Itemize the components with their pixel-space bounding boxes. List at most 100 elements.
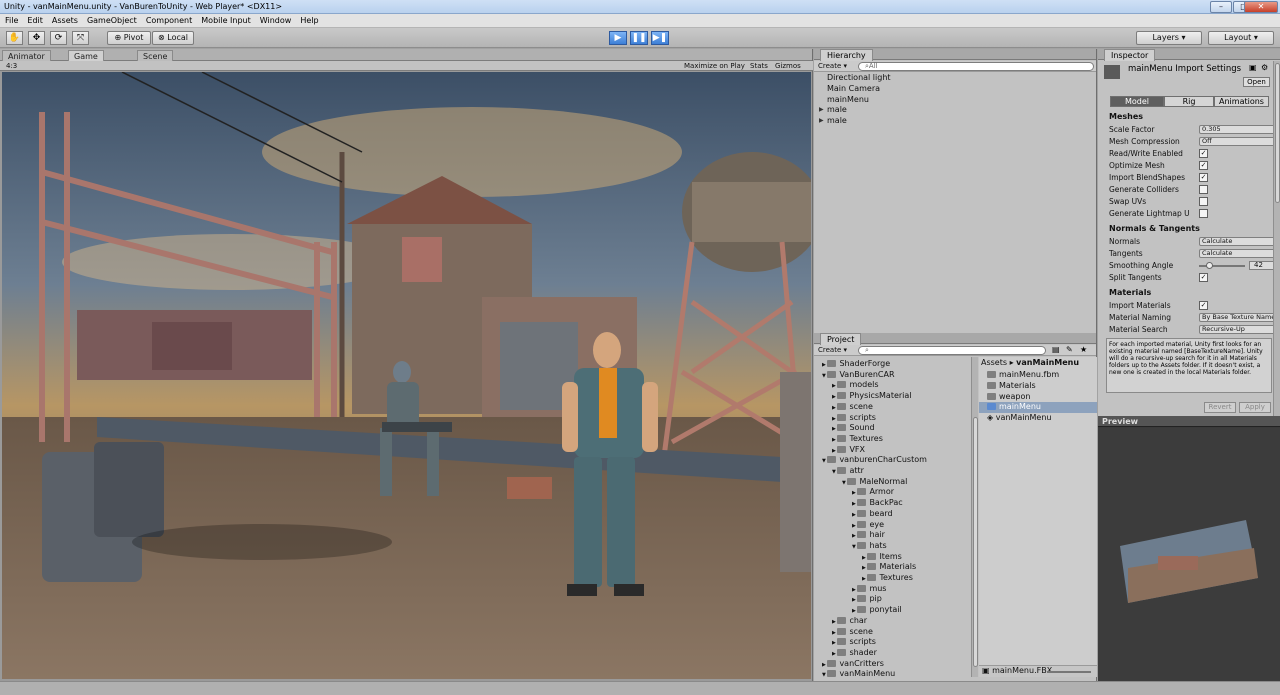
hand-tool-icon[interactable]: ✋ xyxy=(6,31,23,45)
project-tree-item[interactable]: ▶ scripts xyxy=(832,637,876,646)
tangents-dropdown[interactable]: Calculate⬍ xyxy=(1199,249,1280,258)
hierarchy-item-directional-light[interactable]: Directional light xyxy=(827,73,891,82)
menu-assets[interactable]: Assets xyxy=(47,14,82,25)
tab-scene[interactable]: Scene xyxy=(137,50,174,61)
project-tab[interactable]: Project xyxy=(820,333,862,345)
aspect-dropdown[interactable]: 4:3 xyxy=(6,61,17,71)
project-tree-item[interactable]: ▶ pip xyxy=(852,594,882,603)
project-tree-item[interactable]: ▶ Items xyxy=(862,552,902,561)
expand-arrow-icon[interactable]: ▶ xyxy=(819,117,824,124)
smoothing-slider-thumb[interactable] xyxy=(1206,262,1213,269)
import-materials-checkbox[interactable]: ✓ xyxy=(1199,301,1208,310)
gear-icon[interactable]: ⚙ xyxy=(1261,63,1268,72)
close-button[interactable]: ✕ xyxy=(1244,1,1278,13)
breadcrumb-root[interactable]: Assets xyxy=(981,358,1007,367)
scale-factor-input[interactable]: 0.305 xyxy=(1199,125,1280,134)
lightmap-checkbox[interactable] xyxy=(1199,209,1208,218)
project-tree-item[interactable]: ▶ models xyxy=(832,380,879,389)
revert-button[interactable]: Revert xyxy=(1204,402,1236,413)
filter-type-icon[interactable]: ▤ xyxy=(1052,345,1060,354)
menu-gameobject[interactable]: GameObject xyxy=(82,14,141,25)
hierarchy-search-input[interactable]: ⌕All xyxy=(858,62,1094,71)
scroll-thumb[interactable] xyxy=(1275,63,1280,203)
project-tree-item[interactable]: ▶ vanCritters xyxy=(822,659,884,668)
project-tree-item[interactable]: ▶ VFX xyxy=(832,445,865,454)
breadcrumb-current[interactable]: vanMainMenu xyxy=(1016,358,1079,367)
project-tree-item[interactable]: ▶ BackPac xyxy=(852,498,903,507)
apply-button[interactable]: Apply xyxy=(1239,402,1271,413)
hierarchy-item-male-2[interactable]: male xyxy=(827,116,847,125)
project-search-input[interactable]: ⌕ xyxy=(858,346,1046,355)
local-button[interactable]: ⊗ Local xyxy=(152,31,194,45)
menu-help[interactable]: Help xyxy=(295,14,322,25)
project-tree-item[interactable]: ▶ ShaderForge xyxy=(822,359,890,368)
tab-model[interactable]: Model xyxy=(1110,96,1164,107)
mesh-compression-dropdown[interactable]: Off⬍ xyxy=(1199,137,1280,146)
project-tree-item[interactable]: ▶ eye xyxy=(852,520,884,529)
menu-window[interactable]: Window xyxy=(255,14,296,25)
filter-label-icon[interactable]: ✎ xyxy=(1066,345,1073,354)
scale-tool-icon[interactable]: ⤧ xyxy=(72,31,89,45)
project-tree-item[interactable]: ▶ hair xyxy=(852,530,885,539)
rotate-tool-icon[interactable]: ⟳ xyxy=(50,31,67,45)
inspector-scrollbar[interactable] xyxy=(1273,61,1280,416)
material-naming-dropdown[interactable]: By Base Texture Name xyxy=(1199,313,1280,322)
colliders-checkbox[interactable] xyxy=(1199,185,1208,194)
project-tree-item[interactable]: ▶ Textures xyxy=(832,434,883,443)
hierarchy-item-mainmenu[interactable]: mainMenu xyxy=(827,95,869,104)
project-tree-item[interactable]: ▶ Textures xyxy=(862,573,913,582)
layers-dropdown[interactable]: Layers ▾ xyxy=(1136,31,1202,45)
inspector-tab[interactable]: Inspector xyxy=(1104,49,1156,61)
project-tree-item[interactable]: ▶ ponytail xyxy=(852,605,902,614)
expand-arrow-icon[interactable]: ▶ xyxy=(819,106,824,113)
hierarchy-tab[interactable]: Hierarchy xyxy=(820,49,873,61)
hierarchy-item-main-camera[interactable]: Main Camera xyxy=(827,84,880,93)
project-tree-item[interactable]: ▶ Materials xyxy=(862,562,916,571)
project-tree-item[interactable]: ▼ vanburenCharCustom xyxy=(822,455,927,464)
project-tree-item[interactable]: ▶ shader xyxy=(832,648,877,657)
maximize-on-play-button[interactable]: Maximize on Play xyxy=(684,61,745,71)
project-tree-item[interactable]: ▶ PhysicsMaterial xyxy=(832,391,912,400)
project-tree-item[interactable]: ▼ MaleNormal xyxy=(842,477,907,486)
hierarchy-create-button[interactable]: Create ▾ xyxy=(818,62,847,71)
menu-mobile-input[interactable]: Mobile Input xyxy=(196,14,255,25)
menu-edit[interactable]: Edit xyxy=(22,14,47,25)
tab-animator[interactable]: Animator xyxy=(2,50,51,61)
pause-button[interactable]: ❚❚ xyxy=(630,31,648,45)
tab-animations[interactable]: Animations xyxy=(1214,96,1269,107)
pivot-button[interactable]: ⊕ Pivot xyxy=(107,31,151,45)
asset-item[interactable]: Materials xyxy=(987,381,1036,390)
play-button[interactable]: ▶ xyxy=(609,31,627,45)
project-tree-item[interactable]: ▼ attr xyxy=(832,466,864,475)
game-viewport[interactable] xyxy=(2,72,811,679)
split-tangents-checkbox[interactable]: ✓ xyxy=(1199,273,1208,282)
help-icon[interactable]: ▣ xyxy=(1249,63,1257,72)
rw-checkbox[interactable]: ✓ xyxy=(1199,149,1208,158)
project-tree-item[interactable]: ▶ beard xyxy=(852,509,893,518)
project-create-button[interactable]: Create ▾ xyxy=(818,346,847,355)
swap-uvs-checkbox[interactable] xyxy=(1199,197,1208,206)
material-search-dropdown[interactable]: Recursive-Up⬍ xyxy=(1199,325,1280,334)
hierarchy-item-male-1[interactable]: male xyxy=(827,105,847,114)
project-tree-item[interactable]: ▶ Armor xyxy=(852,487,894,496)
tab-game[interactable]: Game xyxy=(68,50,104,61)
asset-item[interactable]: ◈ vanMainMenu xyxy=(987,413,1051,422)
layout-dropdown[interactable]: Layout ▾ xyxy=(1208,31,1274,45)
project-tree-item[interactable]: ▼ hats xyxy=(852,541,887,550)
icon-size-slider[interactable] xyxy=(1047,671,1091,673)
project-tree-item[interactable]: ▶ scene xyxy=(832,627,873,636)
project-tree-item[interactable]: ▼ VanBurenCAR xyxy=(822,370,895,379)
blendshapes-checkbox[interactable]: ✓ xyxy=(1199,173,1208,182)
asset-item-selected[interactable]: mainMenu xyxy=(979,402,1097,413)
asset-item[interactable]: mainMenu.fbm xyxy=(987,370,1059,379)
menu-file[interactable]: File xyxy=(0,14,22,25)
project-tree-item[interactable]: ▶ scripts xyxy=(832,413,876,422)
stats-button[interactable]: Stats xyxy=(750,61,768,71)
step-button[interactable]: ▶❚ xyxy=(651,31,669,45)
project-tree-item[interactable]: ▶ scene xyxy=(832,402,873,411)
normals-dropdown[interactable]: Calculate⬍ xyxy=(1199,237,1280,246)
menu-component[interactable]: Component xyxy=(141,14,196,25)
model-preview-render[interactable] xyxy=(1098,428,1280,681)
project-tree-item[interactable]: ▶ mus xyxy=(852,584,886,593)
minimize-button[interactable]: – xyxy=(1210,1,1232,13)
